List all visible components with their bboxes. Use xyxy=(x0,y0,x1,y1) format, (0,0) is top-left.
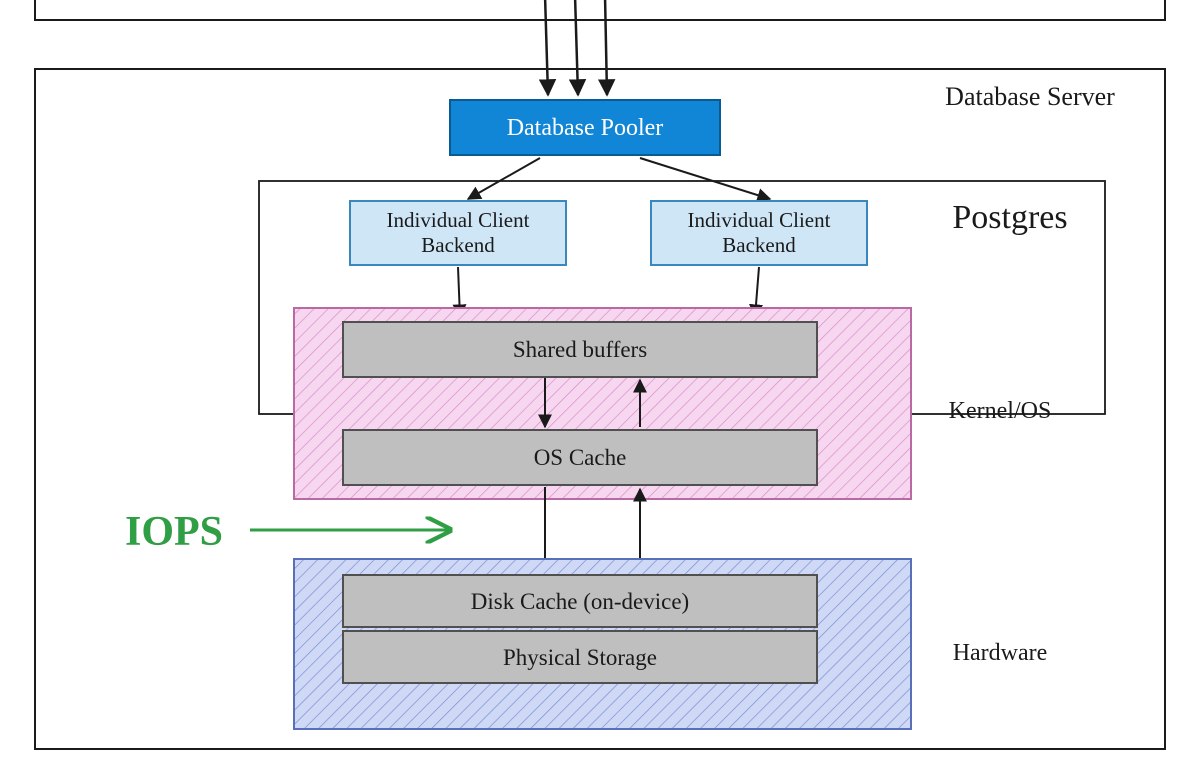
os-cache-label: OS Cache xyxy=(534,445,627,470)
physical-storage-label: Physical Storage xyxy=(503,645,657,670)
client-backend-1-line1: Individual Client xyxy=(387,208,530,232)
pooler-to-client1-arrow xyxy=(468,158,540,199)
incoming-arrow-2 xyxy=(575,0,578,95)
database-server-label: Database Server xyxy=(945,82,1115,111)
disk-cache-label: Disk Cache (on-device) xyxy=(471,589,689,614)
incoming-arrow-1 xyxy=(545,0,548,95)
kernel-os-label: Kernel/OS xyxy=(949,398,1052,424)
incoming-arrow-3 xyxy=(605,0,607,95)
architecture-diagram: Database Server Database Pooler Postgres… xyxy=(0,0,1202,768)
client-backend-2-line2: Backend xyxy=(722,233,796,257)
postgres-label: Postgres xyxy=(952,199,1067,236)
client-backend-2-line1: Individual Client xyxy=(688,208,831,232)
client-backend-1-line2: Backend xyxy=(421,233,495,257)
hardware-label: Hardware xyxy=(953,640,1048,666)
pooler-to-client2-arrow xyxy=(640,158,770,199)
top-frame xyxy=(35,0,1165,20)
shared-buffers-label: Shared buffers xyxy=(513,337,647,362)
database-pooler-label: Database Pooler xyxy=(507,115,664,141)
iops-label: IOPS xyxy=(125,509,223,555)
